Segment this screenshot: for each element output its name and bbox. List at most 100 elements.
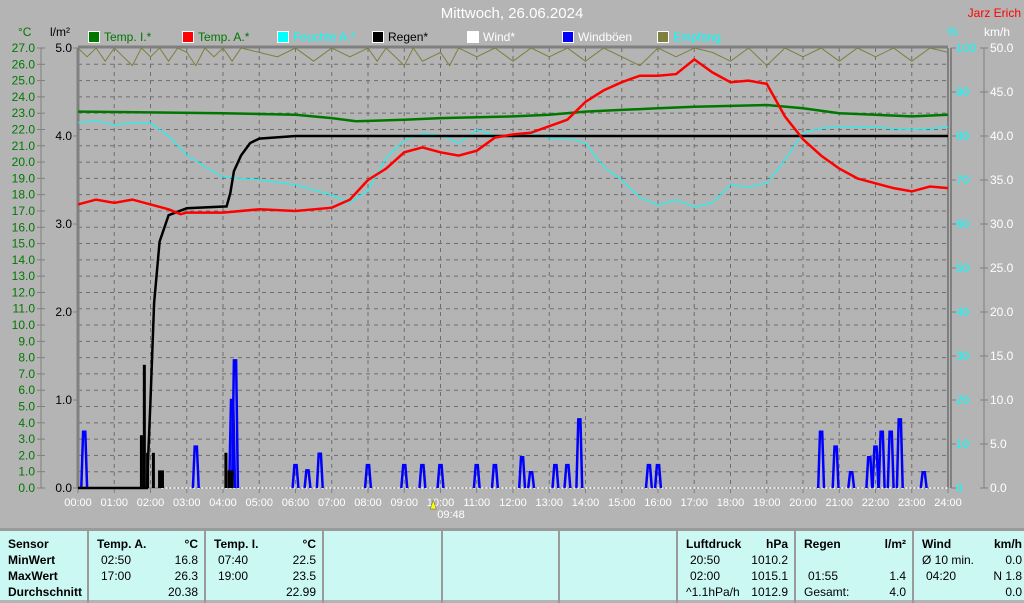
temp-tick-label: 25.0 — [12, 74, 36, 88]
humidity-tick-label: 60 — [956, 217, 970, 231]
x-tick-label: 06:00 — [282, 497, 310, 509]
gust-spike — [472, 463, 481, 489]
rain-tick-label: 2.0 — [55, 305, 72, 319]
temp-i-min: 22.5 — [292, 553, 316, 567]
x-tick-label: 11:00 — [463, 497, 490, 509]
gust-spike — [526, 470, 536, 489]
temp-tick-label: 2.0 — [18, 448, 35, 462]
avg-row-label: Durchschnitt — [8, 585, 83, 599]
temp-tick-label: 4.0 — [18, 416, 35, 430]
humidity-tick-label: 40 — [956, 305, 970, 319]
gust-spike — [886, 430, 895, 489]
wind-tick-label: 0.0 — [990, 481, 1007, 495]
temp-tick-label: 16.0 — [12, 220, 36, 234]
gust-spike — [865, 455, 874, 489]
max-row-label: MaxWert — [8, 569, 58, 583]
wind-tick-label: 10.0 — [990, 393, 1014, 407]
x-tick-label: 12:00 — [499, 497, 527, 509]
x-tick-label: 04:00 — [209, 497, 237, 509]
temp-i-unit: °C — [302, 537, 316, 551]
temp-tick-label: 14.0 — [12, 253, 36, 267]
humidity-tick-label: 80 — [956, 129, 970, 143]
wind-tick-label: 45.0 — [990, 85, 1014, 99]
temp-a-max: 26.3 — [174, 569, 198, 583]
gust-spike — [363, 463, 373, 489]
temp-tick-label: 1.0 — [18, 465, 35, 479]
x-tick-label: 19:00 — [753, 497, 781, 509]
x-tick-label: 17:00 — [680, 497, 708, 509]
temp-tick-label: 5.0 — [18, 400, 35, 414]
humidity-tick-label: 20 — [956, 393, 970, 407]
temp-a-column: Temp. A. °C 02:50 16.8 17:00 26.3 20.38 — [89, 531, 206, 603]
temp-i-max: 23.5 — [292, 569, 316, 583]
x-tick-label: 05:00 — [245, 497, 273, 509]
x-tick-label: 18:00 — [717, 497, 745, 509]
rain-bar — [224, 452, 228, 488]
rain-max: 1.4 — [889, 569, 906, 583]
temp-tick-label: 11.0 — [13, 302, 36, 316]
x-tick-label: 00:00 — [64, 497, 92, 509]
min-row-label: MinWert — [8, 553, 56, 567]
humidity-tick-label: 70 — [956, 173, 970, 187]
gust-spike — [653, 463, 663, 489]
gust-spike — [315, 452, 324, 489]
gust-spike — [919, 470, 928, 489]
weather-chart: 0.0 1.0 2.0 3.0 4.0 5.0 6.0 7.0 8.0 9.0 10.0 11.0 12… — [12, 41, 1014, 521]
rain-bar — [142, 364, 146, 488]
pressure-min: 1010.2 — [751, 553, 788, 567]
temp-i-header: Temp. I. — [214, 537, 259, 551]
temp-i-column: Temp. I. °C 07:40 22.5 19:00 23.5 22.99 — [206, 531, 324, 603]
temp-tick-label: 13.0 — [12, 269, 36, 283]
pressure-avg: 1012.9 — [751, 585, 788, 599]
humidity-tick-label: 30 — [956, 349, 970, 363]
temp-tick-label: 7.0 — [18, 367, 35, 381]
temp-tick-label: 20.0 — [12, 155, 36, 169]
gust-spike — [490, 463, 500, 489]
gust-spike — [877, 430, 886, 489]
wind-tick-label: 40.0 — [990, 129, 1014, 143]
wind-tick-label: 5.0 — [990, 437, 1007, 451]
rain-total: 4.0 — [889, 585, 906, 599]
temp-tick-label: 15.0 — [12, 237, 36, 251]
x-tick-label: 24:00 — [934, 497, 962, 509]
temp-tick-label: 23.0 — [12, 106, 36, 120]
temp-a-min: 16.8 — [174, 553, 198, 567]
temp-tick-label: 0.0 — [18, 481, 35, 495]
humidity-tick-label: 50 — [956, 261, 970, 275]
x-tick-label: 01:00 — [100, 497, 128, 509]
gust-spike — [551, 463, 560, 489]
rain-unit: l/m² — [884, 537, 906, 551]
wind-max: N 1.8 — [993, 569, 1022, 583]
gust-spike — [291, 463, 300, 489]
pressure-column: Luftdruck hPa 20:50 1010.2 02:00 1015.1 ^1.… — [678, 531, 796, 603]
gust-spike — [644, 463, 654, 489]
pressure-header: Luftdruck — [686, 537, 742, 551]
x-tick-label: 23:00 — [898, 497, 926, 509]
wind-column: Wind km/h Ø 10 min. 0.0 04:20 N 1.8 0.0 — [914, 531, 1024, 603]
wind-avg-label: Ø 10 min. — [922, 553, 975, 567]
wind-avg: 0.0 — [1005, 553, 1022, 567]
temp-tick-label: 21.0 — [12, 139, 36, 153]
temp-a-unit: °C — [184, 537, 198, 551]
rain-max-time: 01:55 — [808, 569, 839, 583]
temp-tick-label: 17.0 — [12, 204, 36, 218]
temp-tick-label: 10.0 — [12, 318, 36, 332]
temp-tick-label: 3.0 — [18, 432, 35, 446]
rain-bar — [158, 470, 162, 488]
x-tick-label: 14:00 — [572, 497, 600, 509]
wind-header: Wind — [922, 537, 952, 551]
gust-spike — [191, 445, 200, 489]
sensor-column: Sensor MinWert MaxWert Durchschnitt — [0, 531, 89, 603]
temp-tick-label: 9.0 — [18, 334, 35, 348]
wind-tick-label: 50.0 — [990, 41, 1014, 55]
rain-bar — [227, 470, 231, 488]
x-tick-label: 20:00 — [789, 497, 817, 509]
wind-tick-label: 15.0 — [990, 349, 1014, 363]
x-tick-label: 16:00 — [644, 497, 672, 509]
x-tick-label: 21:00 — [825, 497, 853, 509]
rain-tick-label: 1.0 — [55, 393, 72, 407]
x-tick-label: 02:00 — [137, 497, 165, 509]
x-tick-label: 03:00 — [173, 497, 201, 509]
temp-tick-label: 12.0 — [12, 285, 36, 299]
x-tick-label: 08:00 — [354, 497, 382, 509]
